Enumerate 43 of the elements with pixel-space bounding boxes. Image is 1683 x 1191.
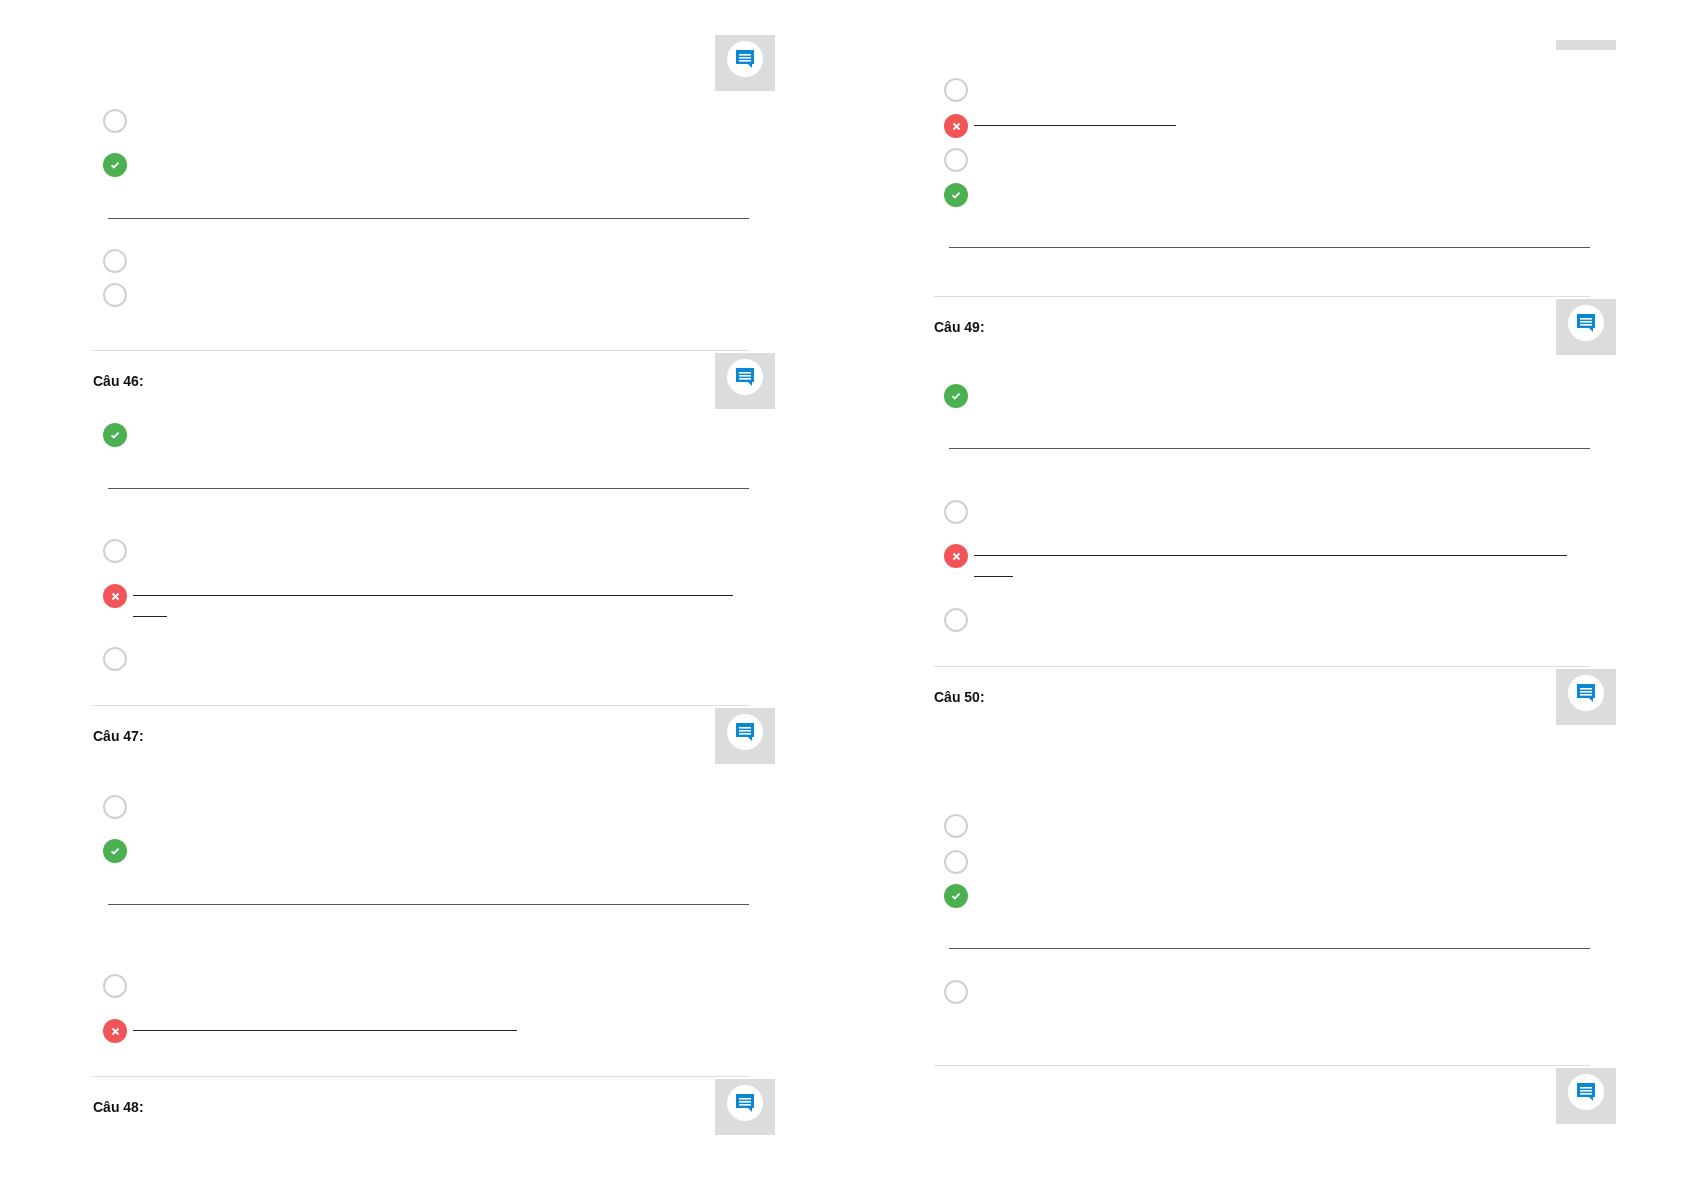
answer-radio[interactable] bbox=[944, 544, 968, 568]
comment-button[interactable] bbox=[715, 1079, 775, 1135]
answer-radio[interactable] bbox=[944, 384, 968, 408]
answer-radio[interactable] bbox=[103, 1019, 127, 1043]
answer-radio[interactable] bbox=[103, 153, 127, 177]
comment-button[interactable] bbox=[715, 708, 775, 764]
comment-button[interactable] bbox=[1556, 1068, 1616, 1124]
answer-radio[interactable] bbox=[944, 814, 968, 838]
answer-radio[interactable] bbox=[103, 109, 127, 133]
chat-icon bbox=[1575, 1081, 1597, 1103]
chat-icon bbox=[1575, 312, 1597, 334]
comment-button[interactable] bbox=[1556, 299, 1616, 355]
answer-radio[interactable] bbox=[944, 980, 968, 1004]
answer-radio[interactable] bbox=[103, 249, 127, 273]
answer-radio[interactable] bbox=[944, 114, 968, 138]
answer-radio[interactable] bbox=[944, 78, 968, 102]
chat-icon bbox=[734, 366, 756, 388]
question-number: Câu 48: bbox=[93, 1098, 144, 1115]
answer-radio[interactable] bbox=[103, 423, 127, 447]
answer-radio[interactable] bbox=[944, 608, 968, 632]
answer-radio[interactable] bbox=[103, 974, 127, 998]
answer-radio[interactable] bbox=[103, 539, 127, 563]
comment-button[interactable] bbox=[715, 35, 775, 91]
chat-icon bbox=[734, 721, 756, 743]
answer-radio[interactable] bbox=[944, 884, 968, 908]
question-number: Câu 49: bbox=[934, 318, 985, 335]
answer-radio[interactable] bbox=[103, 283, 127, 307]
comment-button[interactable] bbox=[715, 353, 775, 409]
question-number: Câu 46: bbox=[93, 372, 144, 389]
answer-radio[interactable] bbox=[944, 500, 968, 524]
chat-icon bbox=[734, 1092, 756, 1114]
chat-icon bbox=[1575, 682, 1597, 704]
answer-radio[interactable] bbox=[103, 584, 127, 608]
answer-radio[interactable] bbox=[103, 647, 127, 671]
answer-radio[interactable] bbox=[944, 183, 968, 207]
chat-icon bbox=[734, 48, 756, 70]
answer-radio[interactable] bbox=[103, 795, 127, 819]
comment-button[interactable] bbox=[1556, 669, 1616, 725]
question-number: Câu 47: bbox=[93, 727, 144, 744]
answer-radio[interactable] bbox=[944, 850, 968, 874]
answer-radio[interactable] bbox=[103, 839, 127, 863]
question-number: Câu 50: bbox=[934, 688, 985, 705]
answer-radio[interactable] bbox=[944, 148, 968, 172]
